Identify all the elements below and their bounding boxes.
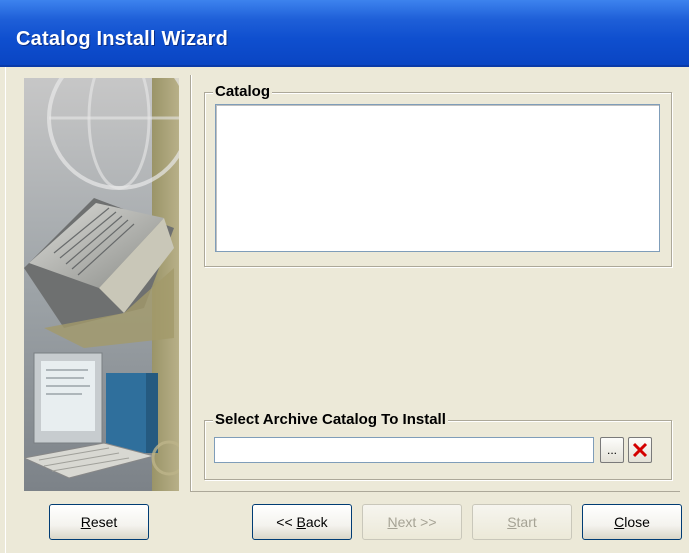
next-button[interactable]: Next >> [362,504,462,540]
close-button[interactable]: Close [582,504,682,540]
start-button[interactable]: Start [472,504,572,540]
red-x-icon [632,442,648,458]
archive-group-label: Select Archive Catalog To Install [213,411,448,428]
browse-label: ... [606,443,617,457]
catalog-list[interactable] [215,104,660,252]
next-mnemonic: N [387,514,398,530]
reset-button[interactable]: Reset [49,504,149,540]
start-suffix: tart [516,514,537,530]
next-suffix: ext >> [397,514,437,530]
window-title: Catalog Install Wizard [16,28,229,50]
back-button[interactable]: << Back [252,504,352,540]
bottom-divider [190,491,680,492]
reset-suffix: eset [90,514,118,530]
close-mnemonic: C [614,514,625,530]
title-bar[interactable]: Catalog Install Wizard [0,0,689,67]
archive-path-input[interactable] [214,437,594,463]
clear-path-button[interactable] [628,437,652,463]
close-suffix: lose [624,514,650,530]
back-mnemonic: B [296,514,306,530]
back-prefix: << [276,514,297,530]
catalog-group-label: Catalog [213,83,273,100]
vertical-divider [190,75,192,491]
browse-button[interactable]: ... [600,437,624,463]
reset-mnemonic: R [80,514,91,530]
start-mnemonic: S [507,514,517,530]
back-suffix: ack [305,514,328,530]
wizard-side-image [24,78,179,491]
